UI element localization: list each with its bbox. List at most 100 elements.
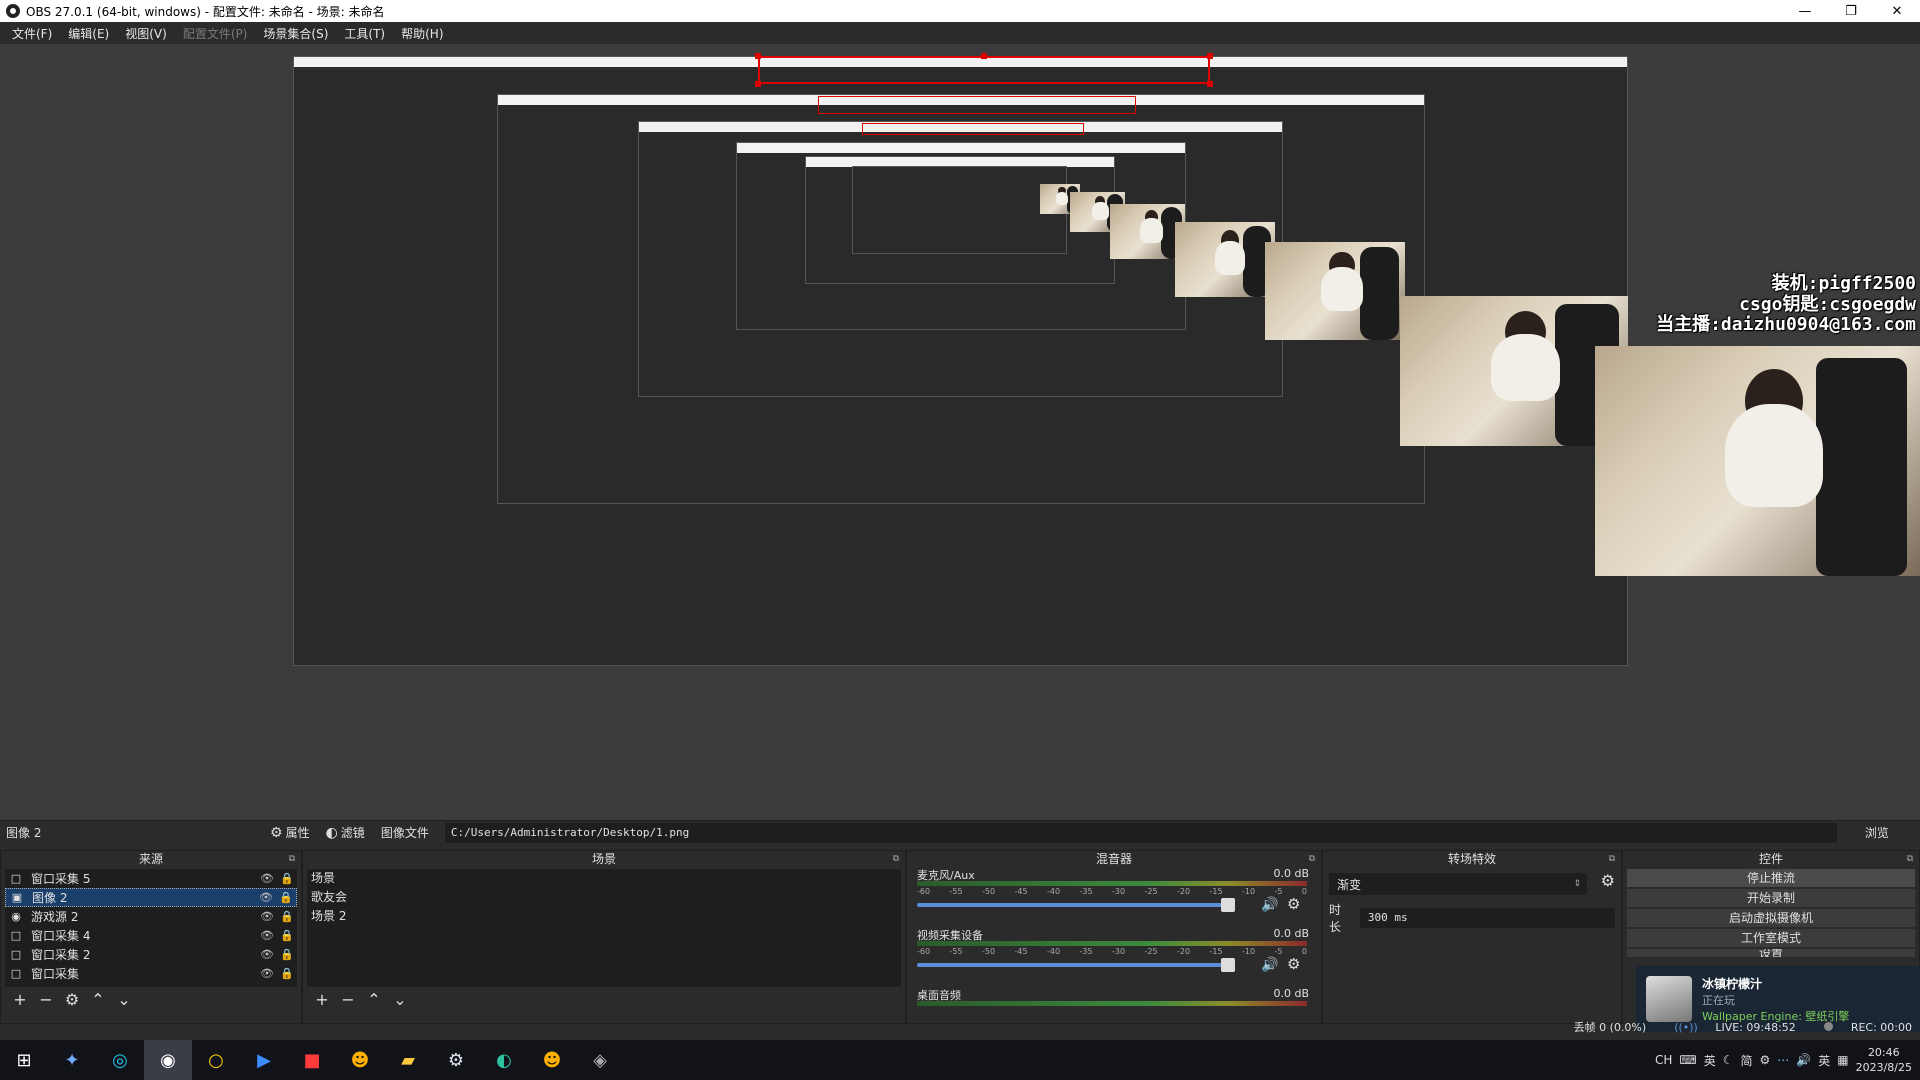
eye-icon[interactable]: 👁 <box>257 967 277 980</box>
studio-mode-button[interactable]: 工作室模式 <box>1627 929 1915 947</box>
lock-icon[interactable]: 🔒 <box>277 929 297 942</box>
steam-icon[interactable]: ⚙ <box>432 1040 480 1080</box>
settings-button[interactable]: 设置 <box>1627 949 1915 957</box>
remove-source-button[interactable]: − <box>33 990 59 1009</box>
windows-start-icon[interactable]: ⊞ <box>0 1040 48 1080</box>
edge-browser-icon[interactable]: ◐ <box>480 1040 528 1080</box>
source-item[interactable]: ◉ 游戏源 2 👁 🔒 <box>5 907 297 926</box>
volume-slider[interactable] <box>917 963 1227 967</box>
transitions-title: 转场特效 <box>1447 852 1496 866</box>
volume-slider[interactable] <box>917 903 1227 907</box>
undock-icon[interactable]: ⧉ <box>1609 851 1615 867</box>
scene-item[interactable]: 歌友会 <box>307 888 901 907</box>
resize-handle[interactable] <box>755 81 761 87</box>
add-source-button[interactable]: + <box>7 990 33 1009</box>
speaker-icon[interactable]: 🔊 <box>1796 1053 1811 1067</box>
app-ring-icon[interactable]: ○ <box>192 1040 240 1080</box>
eye-icon[interactable]: 👁 <box>256 891 276 904</box>
ime-mode[interactable]: 英 <box>1818 1052 1830 1069</box>
app-red-icon[interactable]: ■ <box>288 1040 336 1080</box>
ime-simplified[interactable]: 简 <box>1741 1052 1753 1069</box>
resize-handle[interactable] <box>755 53 761 59</box>
eye-icon[interactable]: 👁 <box>257 929 277 942</box>
lock-icon[interactable]: 🔒 <box>277 872 297 885</box>
undock-icon[interactable]: ⧉ <box>289 851 295 867</box>
eye-icon[interactable]: 👁 <box>257 948 277 961</box>
virtual-camera-button[interactable]: 启动虚拟摄像机 <box>1627 909 1915 927</box>
undock-icon[interactable]: ⧉ <box>1309 851 1315 867</box>
clock[interactable]: 20:46 2023/8/25 <box>1856 1045 1912 1075</box>
keyboard-icon[interactable]: ⌨ <box>1679 1053 1696 1067</box>
app-circle-icon[interactable]: ◎ <box>96 1040 144 1080</box>
undock-icon[interactable]: ⧉ <box>1907 851 1913 867</box>
menu-scene-collection[interactable]: 场景集合(S) <box>255 25 336 42</box>
app-owl-icon[interactable]: ☻ <box>336 1040 384 1080</box>
resize-handle[interactable] <box>1207 81 1213 87</box>
resize-handle[interactable] <box>981 53 987 59</box>
mixer-channel: 麦克风/Aux 0.0 dB -60 -55 -50 -45 -40 -35 -30 -25-… <box>911 867 1317 927</box>
close-button[interactable]: ✕ <box>1874 0 1920 22</box>
stop-stream-button[interactable]: 停止推流 <box>1627 869 1915 887</box>
preview-canvas[interactable]: 装机:pigff2500 csgo钥匙:csgoegdw 当主播:daizhu0… <box>0 44 1920 820</box>
minimize-button[interactable]: — <box>1782 0 1828 22</box>
app-play-icon[interactable]: ▶ <box>240 1040 288 1080</box>
move-up-button[interactable]: ⌃ <box>85 990 111 1009</box>
menu-view[interactable]: 视图(V) <box>117 25 175 42</box>
browse-button[interactable]: 浏览 <box>1847 824 1907 841</box>
add-scene-button[interactable]: + <box>309 990 335 1009</box>
remove-scene-button[interactable]: − <box>335 990 361 1009</box>
properties-button[interactable]: ⚙ 属性 <box>270 824 310 841</box>
scene-item[interactable]: 场景 <box>307 869 901 888</box>
move-down-button[interactable]: ⌄ <box>111 990 137 1009</box>
moon-icon[interactable]: ☾ <box>1723 1053 1734 1067</box>
scene-item[interactable]: 场景 2 <box>307 907 901 926</box>
calendar-icon[interactable]: ▦ <box>1837 1053 1848 1067</box>
eye-icon[interactable]: 👁 <box>257 910 277 923</box>
tray-apps-icon[interactable]: ⋯ <box>1777 1053 1789 1067</box>
undock-icon[interactable]: ⧉ <box>893 851 899 867</box>
menu-help[interactable]: 帮助(H) <box>393 25 451 42</box>
source-item[interactable]: □ 窗口采集 2 👁 🔒 <box>5 945 297 964</box>
gear-icon[interactable]: ⚙ <box>1760 1053 1771 1067</box>
ime-ch[interactable]: CH <box>1655 1053 1672 1067</box>
lock-icon[interactable]: 🔒 <box>277 967 297 980</box>
speaker-icon[interactable]: 🔊 <box>1261 897 1278 913</box>
source-item[interactable]: □ 窗口采集 4 👁 🔒 <box>5 926 297 945</box>
volume-slider-handle[interactable] <box>1221 958 1235 972</box>
app-steam-alt-icon[interactable]: ◈ <box>576 1040 624 1080</box>
image-path-field[interactable]: C:/Users/Administrator/Desktop/1.png <box>444 822 1837 843</box>
gear-icon[interactable]: ⚙ <box>1287 895 1300 913</box>
app-bird-icon[interactable]: ✦ <box>48 1040 96 1080</box>
selection-bounding-box[interactable] <box>758 56 1210 84</box>
menu-profile[interactable]: 配置文件(P) <box>175 25 256 42</box>
move-up-button[interactable]: ⌃ <box>361 990 387 1009</box>
lock-icon[interactable]: 🔒 <box>277 910 297 923</box>
transition-select[interactable]: 渐变 ⇕ <box>1329 873 1587 895</box>
lock-icon[interactable]: 🔒 <box>277 948 297 961</box>
eye-icon[interactable]: 👁 <box>257 872 277 885</box>
source-item[interactable]: □ 窗口采集 5 👁 🔒 <box>5 869 297 888</box>
move-down-button[interactable]: ⌄ <box>387 990 413 1009</box>
menu-edit[interactable]: 编辑(E) <box>60 25 117 42</box>
file-explorer-icon[interactable]: ▰ <box>384 1040 432 1080</box>
ime-mode[interactable]: 英 <box>1704 1052 1716 1069</box>
source-settings-gear-icon[interactable]: ⚙ <box>59 990 85 1009</box>
lock-icon[interactable]: 🔒 <box>276 891 296 904</box>
obs-taskbar-icon[interactable]: ◉ <box>144 1040 192 1080</box>
app-owl-icon[interactable]: ☻ <box>528 1040 576 1080</box>
source-item-selected[interactable]: ▣ 图像 2 👁 🔒 <box>5 888 297 907</box>
duration-input[interactable]: 300 ms <box>1359 908 1615 928</box>
menu-tools[interactable]: 工具(T) <box>336 25 393 42</box>
resize-handle[interactable] <box>1207 53 1213 59</box>
menu-file[interactable]: 文件(F) <box>4 25 60 42</box>
maximize-button[interactable]: ❐ <box>1828 0 1874 22</box>
source-item[interactable]: □ 窗口采集 👁 🔒 <box>5 964 297 983</box>
start-record-button[interactable]: 开始录制 <box>1627 889 1915 907</box>
speaker-icon[interactable]: 🔊 <box>1261 957 1278 973</box>
volume-slider-handle[interactable] <box>1221 898 1235 912</box>
scenes-list[interactable]: 场景 歌友会 场景 2 <box>307 869 901 987</box>
gear-icon[interactable]: ⚙ <box>1287 955 1300 973</box>
transition-gear-icon[interactable]: ⚙ <box>1601 871 1615 890</box>
sources-list[interactable]: □ 窗口采集 5 👁 🔒 ▣ 图像 2 👁 🔒 ◉ 游戏源 2 👁 🔒 □ 窗口采集 4 👁 🔒 □ 窗口… <box>5 869 297 987</box>
filters-button[interactable]: ◐ 滤镜 <box>326 824 365 841</box>
